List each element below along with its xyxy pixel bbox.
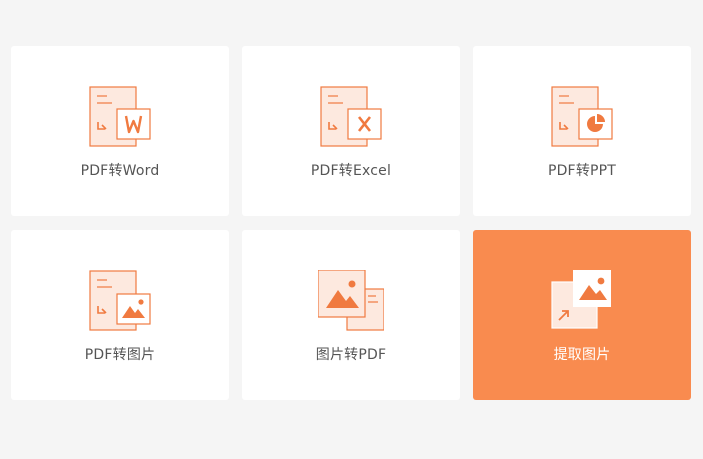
image-to-pdf-icon <box>318 270 384 331</box>
tool-label: 图片转PDF <box>315 347 387 363</box>
pdf-to-excel-icon <box>320 86 382 147</box>
tool-card-pdf-to-image[interactable]: PDF转图片 <box>11 230 229 400</box>
pdf-to-word-icon <box>89 86 151 147</box>
tool-grid: PDF转Word PDF转Excel PDF转PPT PDF转图片 图片转PDF… <box>11 46 691 400</box>
tool-label: PDF转Word <box>80 163 160 179</box>
tool-label: PDF转图片 <box>84 347 156 363</box>
tool-card-pdf-to-word[interactable]: PDF转Word <box>11 46 229 216</box>
pdf-to-image-icon <box>89 270 151 331</box>
tool-card-image-to-pdf[interactable]: 图片转PDF <box>242 230 460 400</box>
extract-images-icon <box>551 270 611 329</box>
tool-label: 提取图片 <box>553 347 611 363</box>
pdf-to-ppt-icon <box>551 86 613 147</box>
tool-card-pdf-to-ppt[interactable]: PDF转PPT <box>473 46 691 216</box>
tool-label: PDF转PPT <box>547 163 617 179</box>
tool-label: PDF转Excel <box>310 163 392 179</box>
tool-card-extract-images[interactable]: 提取图片 <box>473 230 691 400</box>
tool-card-pdf-to-excel[interactable]: PDF转Excel <box>242 46 460 216</box>
